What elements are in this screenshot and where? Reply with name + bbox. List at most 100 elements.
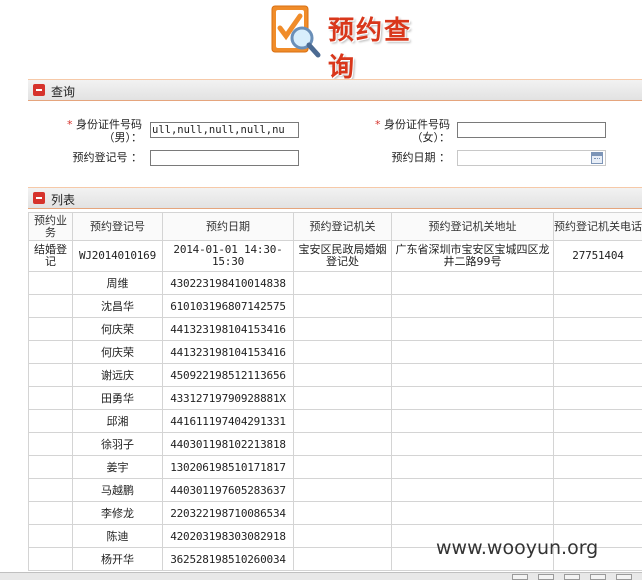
table-row[interactable]: 姜宇130206198510171817 — [29, 456, 642, 479]
column-header[interactable]: 预约登记号 — [73, 213, 163, 241]
cell-name: 周维 — [73, 272, 163, 295]
cell-office — [294, 548, 392, 571]
cell-office — [294, 433, 392, 456]
cell-office — [294, 295, 392, 318]
cell-phone — [554, 341, 642, 364]
cell-office — [294, 479, 392, 502]
id-female-label-line2: （女）： — [412, 131, 451, 144]
table-row[interactable]: 沈昌华610103196807142575 — [29, 295, 642, 318]
page-button[interactable] — [616, 574, 632, 580]
document-search-icon — [266, 2, 322, 60]
cell-id-number: 441323198104153416 — [163, 341, 294, 364]
cell-name: 李修龙 — [73, 502, 163, 525]
calendar-icon[interactable] — [591, 152, 603, 164]
cell-office — [294, 341, 392, 364]
cell-id-number: 430223198410014838 — [163, 272, 294, 295]
cell-address — [392, 502, 554, 525]
cell-business — [29, 502, 73, 525]
booking-no-input[interactable] — [150, 150, 299, 166]
cell-business — [29, 525, 73, 548]
cell-business — [29, 456, 73, 479]
cell-business — [29, 479, 73, 502]
booking-date-input[interactable] — [457, 150, 606, 166]
cell-office — [294, 364, 392, 387]
results-table: 预约业务 预约登记号 预约日期 预约登记机关 预约登记机关地址 预约登记机关电话… — [28, 212, 642, 571]
cell-date: 2014-01-01 14:30-15:30 — [163, 241, 294, 272]
cell-name: 杨开华 — [73, 548, 163, 571]
cell-office: 宝安区民政局婚姻登记处 — [294, 241, 392, 272]
cell-address — [392, 433, 554, 456]
cell-address — [392, 295, 554, 318]
cell-office — [294, 525, 392, 548]
cell-address: 广东省深圳市宝安区宝城四区龙井二路99号 — [392, 241, 554, 272]
page-button[interactable] — [512, 574, 528, 580]
cell-name: 陈迪 — [73, 525, 163, 548]
cell-phone: 27751404 — [554, 241, 642, 272]
column-header[interactable]: 预约业务 — [29, 213, 73, 241]
column-header[interactable]: 预约登记机关地址 — [392, 213, 554, 241]
page-title: 预约查询 — [328, 10, 437, 84]
cell-phone — [554, 456, 642, 479]
cell-name: 何庆荣 — [73, 318, 163, 341]
table-row[interactable]: 何庆荣441323198104153416 — [29, 341, 642, 364]
cell-office — [294, 387, 392, 410]
column-header[interactable]: 预约登记机关电话 — [554, 213, 642, 241]
cell-address — [392, 364, 554, 387]
cell-id-number: 441611197404291331 — [163, 410, 294, 433]
cell-office — [294, 410, 392, 433]
cell-id-number: 440301197605283637 — [163, 479, 294, 502]
cell-name: 田勇华 — [73, 387, 163, 410]
list-section-header[interactable]: 列表 — [28, 187, 642, 209]
cell-address — [392, 318, 554, 341]
cell-id-number: 450922198512113656 — [163, 364, 294, 387]
cell-office — [294, 272, 392, 295]
cell-address — [392, 341, 554, 364]
cell-address — [392, 410, 554, 433]
cell-phone — [554, 387, 642, 410]
cell-phone — [554, 318, 642, 341]
page-button[interactable] — [590, 574, 606, 580]
cell-business — [29, 341, 73, 364]
id-female-label-line1: 身份证件号码 — [384, 118, 450, 131]
table-row[interactable]: 谢远庆450922198512113656 — [29, 364, 642, 387]
table-row[interactable]: 结婚登记 WJ2014010169 2014-01-01 14:30-15:30… — [29, 241, 642, 272]
cell-business — [29, 433, 73, 456]
cell-phone — [554, 364, 642, 387]
cell-name: 何庆荣 — [73, 341, 163, 364]
cell-id-number: 220322198710086534 — [163, 502, 294, 525]
cell-business — [29, 295, 73, 318]
column-header[interactable]: 预约日期 — [163, 213, 294, 241]
cell-address — [392, 387, 554, 410]
cell-id-number: 43312719790928881X — [163, 387, 294, 410]
table-row[interactable]: 徐羽子440301198102213818 — [29, 433, 642, 456]
id-male-input[interactable]: ull,null,null,null,nu — [150, 122, 299, 138]
cell-id-number: 130206198510171817 — [163, 456, 294, 479]
page-button[interactable] — [564, 574, 580, 580]
column-header[interactable]: 预约登记机关 — [294, 213, 392, 241]
minus-icon[interactable] — [33, 84, 45, 96]
cell-phone — [554, 295, 642, 318]
page-button[interactable] — [538, 574, 554, 580]
cell-office — [294, 502, 392, 525]
list-section-title: 列表 — [51, 191, 75, 208]
cell-office — [294, 456, 392, 479]
watermark: www.wooyun.org — [436, 537, 598, 559]
cell-booking-no: WJ2014010169 — [73, 241, 163, 272]
id-female-input[interactable] — [457, 122, 606, 138]
table-row[interactable]: 何庆荣441323198104153416 — [29, 318, 642, 341]
cell-business — [29, 410, 73, 433]
booking-no-label: 预约登记号 ： — [50, 151, 142, 164]
cell-business — [29, 548, 73, 571]
minus-icon[interactable] — [33, 192, 45, 204]
required-mark: * — [375, 118, 381, 131]
table-row[interactable]: 田勇华43312719790928881X — [29, 387, 642, 410]
cell-name: 沈昌华 — [73, 295, 163, 318]
table-row[interactable]: 李修龙220322198710086534 — [29, 502, 642, 525]
table-row[interactable]: 马越鹏440301197605283637 — [29, 479, 642, 502]
table-row[interactable]: 周维430223198410014838 — [29, 272, 642, 295]
query-section-header[interactable]: 查询 — [28, 79, 642, 101]
cell-business: 结婚登记 — [29, 241, 73, 272]
table-row[interactable]: 邱湘441611197404291331 — [29, 410, 642, 433]
cell-business — [29, 272, 73, 295]
cell-name: 马越鹏 — [73, 479, 163, 502]
